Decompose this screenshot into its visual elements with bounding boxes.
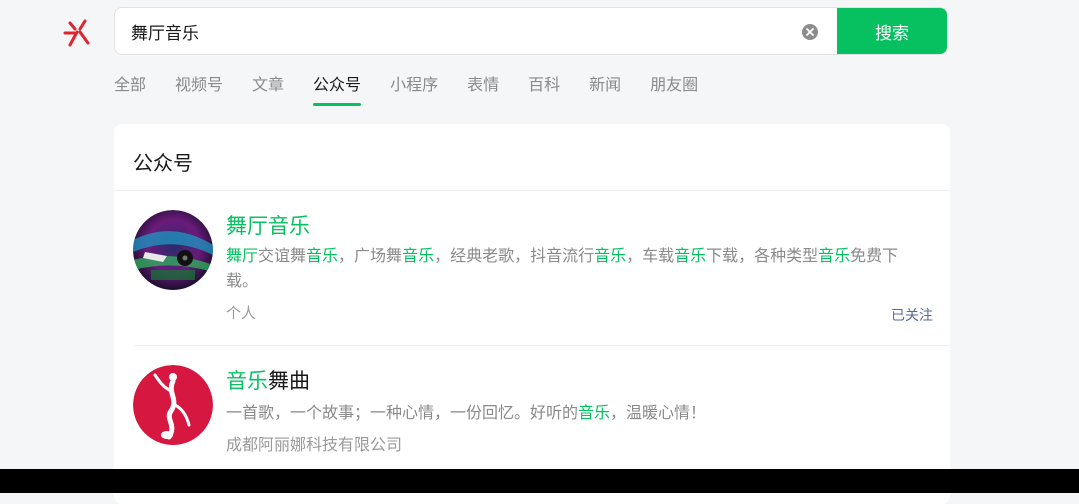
divider bbox=[114, 190, 950, 191]
bottom-bar bbox=[0, 469, 1079, 493]
keyword-highlight: 音乐 bbox=[226, 369, 268, 393]
account-company: 成都阿丽娜科技有限公司 bbox=[226, 435, 403, 454]
text-segment: ，温暖心情！ bbox=[610, 403, 707, 422]
follow-status[interactable]: 已关注 bbox=[891, 305, 933, 325]
text-segment: ，经典老歌，抖音流行 bbox=[434, 246, 595, 265]
tab-item[interactable]: 视频号 bbox=[175, 72, 223, 106]
filter-tabs: 全部 视频号 文章 公众号 小程序 表情 百科 新闻 朋友圈 bbox=[114, 72, 727, 106]
results-card: 公众号 舞厅音乐 舞厅交谊舞音乐，广场舞音乐，经典老歌，抖音流行音乐，车载音乐下… bbox=[114, 124, 950, 504]
search-bar: 搜索 bbox=[114, 7, 948, 55]
clear-icon[interactable] bbox=[801, 23, 819, 41]
divider bbox=[133, 345, 950, 346]
tab-item[interactable]: 文章 bbox=[252, 72, 284, 106]
account-description: 舞厅交谊舞音乐，广场舞音乐，经典老歌，抖音流行音乐，车载音乐下载，各种类型音乐免… bbox=[226, 243, 926, 293]
tab-item[interactable]: 公众号 bbox=[313, 72, 362, 106]
account-name[interactable]: 舞厅音乐 bbox=[226, 210, 310, 240]
account-type: 个人 bbox=[226, 304, 257, 322]
keyword-highlight: 音乐 bbox=[402, 246, 435, 265]
text-segment: ，广场舞 bbox=[338, 246, 403, 265]
section-title: 公众号 bbox=[133, 151, 193, 175]
keyword-highlight: 音乐 bbox=[818, 246, 851, 265]
account-name[interactable]: 音乐舞曲 bbox=[226, 365, 310, 395]
tab-item[interactable]: 小程序 bbox=[390, 72, 438, 106]
search-logo-icon bbox=[60, 14, 96, 50]
tab-item[interactable]: 朋友圈 bbox=[650, 72, 698, 106]
account-avatar[interactable] bbox=[133, 210, 213, 290]
text-segment: ，车载 bbox=[626, 246, 675, 265]
account-result[interactable]: 音乐舞曲 一首歌，一个故事；一种心情，一份回忆。好听的音乐，温暖心情！ 成都阿丽… bbox=[133, 365, 933, 475]
text-segment: 交谊舞 bbox=[258, 246, 307, 265]
keyword-highlight: 音乐 bbox=[306, 246, 339, 265]
tab-item[interactable]: 全部 bbox=[114, 72, 146, 106]
account-result[interactable]: 舞厅音乐 舞厅交谊舞音乐，广场舞音乐，经典老歌，抖音流行音乐，车载音乐下载，各种… bbox=[133, 210, 933, 330]
text-segment: 一首歌，一个故事；一种心情，一份回忆。好听的 bbox=[226, 403, 579, 422]
account-description: 一首歌，一个故事；一种心情，一份回忆。好听的音乐，温暖心情！ bbox=[226, 400, 926, 425]
tab-item[interactable]: 百科 bbox=[528, 72, 560, 106]
search-input[interactable] bbox=[115, 8, 835, 54]
tab-item[interactable]: 表情 bbox=[467, 72, 499, 106]
keyword-highlight: 音乐 bbox=[674, 246, 707, 265]
search-button[interactable]: 搜索 bbox=[837, 8, 947, 54]
keyword-highlight: 音乐 bbox=[594, 246, 627, 265]
text-segment: 舞曲 bbox=[268, 369, 310, 393]
keyword-highlight: 音乐 bbox=[578, 403, 611, 422]
keyword-highlight: 舞厅 bbox=[226, 246, 259, 265]
tab-item[interactable]: 新闻 bbox=[589, 72, 621, 106]
account-avatar[interactable] bbox=[133, 365, 213, 445]
text-segment: 下载，各种类型 bbox=[706, 246, 819, 265]
